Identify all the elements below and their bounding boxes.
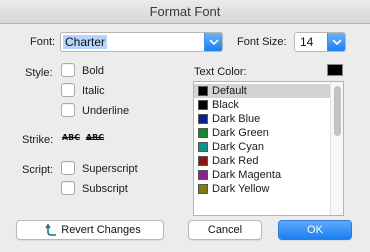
list-item[interactable]: Dark Yellow: [194, 182, 330, 196]
window-title: Format Font: [0, 0, 370, 24]
color-chip: [198, 170, 208, 180]
list-item[interactable]: Dark Green: [194, 126, 330, 140]
subscript-checkbox[interactable]: [61, 181, 75, 195]
single-strike-button[interactable]: ABC: [61, 129, 81, 147]
list-item[interactable]: Dark Red: [194, 154, 330, 168]
font-label: Font:: [30, 36, 56, 48]
ok-button[interactable]: OK: [278, 220, 352, 240]
double-strike-button[interactable]: ABC: [85, 129, 105, 147]
revert-changes-button[interactable]: Revert Changes: [16, 220, 164, 240]
format-font-dialog: Font: Charter Font Size: 14 Style: Bold …: [0, 24, 370, 252]
strike-label: Strike:: [22, 134, 54, 146]
current-color-swatch[interactable]: [327, 64, 343, 76]
color-chip: [198, 100, 208, 110]
list-item[interactable]: Black: [194, 98, 330, 112]
list-item[interactable]: Dark Blue: [194, 112, 330, 126]
font-size-combobox[interactable]: 14: [294, 32, 346, 52]
scrollbar[interactable]: [330, 82, 343, 215]
cancel-button[interactable]: Cancel: [188, 220, 262, 240]
chevron-down-icon[interactable]: [204, 33, 222, 51]
font-value[interactable]: Charter: [63, 35, 108, 49]
color-chip: [198, 128, 208, 138]
style-label: Style:: [25, 67, 53, 79]
list-item[interactable]: Dark Cyan: [194, 140, 330, 154]
text-color-label: Text Color:: [194, 66, 247, 78]
underline-label[interactable]: Underline: [82, 105, 129, 117]
color-chip: [198, 142, 208, 152]
list-item[interactable]: Default: [194, 84, 330, 98]
bold-checkbox[interactable]: [61, 63, 75, 77]
font-size-value[interactable]: 14: [298, 35, 315, 49]
scrollbar-thumb[interactable]: [334, 86, 341, 136]
italic-checkbox[interactable]: [61, 83, 75, 97]
font-combobox[interactable]: Charter: [60, 32, 223, 52]
superscript-checkbox[interactable]: [61, 161, 75, 175]
color-chip: [198, 86, 208, 96]
italic-label[interactable]: Italic: [82, 85, 105, 97]
superscript-label[interactable]: Superscript: [82, 163, 138, 175]
revert-icon: [45, 223, 59, 243]
chevron-down-icon[interactable]: [327, 33, 345, 51]
bold-label[interactable]: Bold: [82, 65, 104, 77]
list-item[interactable]: Dark Magenta: [194, 168, 330, 182]
font-size-label: Font Size:: [237, 36, 287, 48]
script-label: Script:: [22, 164, 54, 176]
subscript-label[interactable]: Subscript: [82, 183, 128, 195]
color-chip: [198, 184, 208, 194]
color-chip: [198, 156, 208, 166]
text-color-list[interactable]: Default Black Dark Blue Dark Green Dark …: [193, 81, 344, 216]
color-chip: [198, 114, 208, 124]
underline-checkbox[interactable]: [61, 103, 75, 117]
